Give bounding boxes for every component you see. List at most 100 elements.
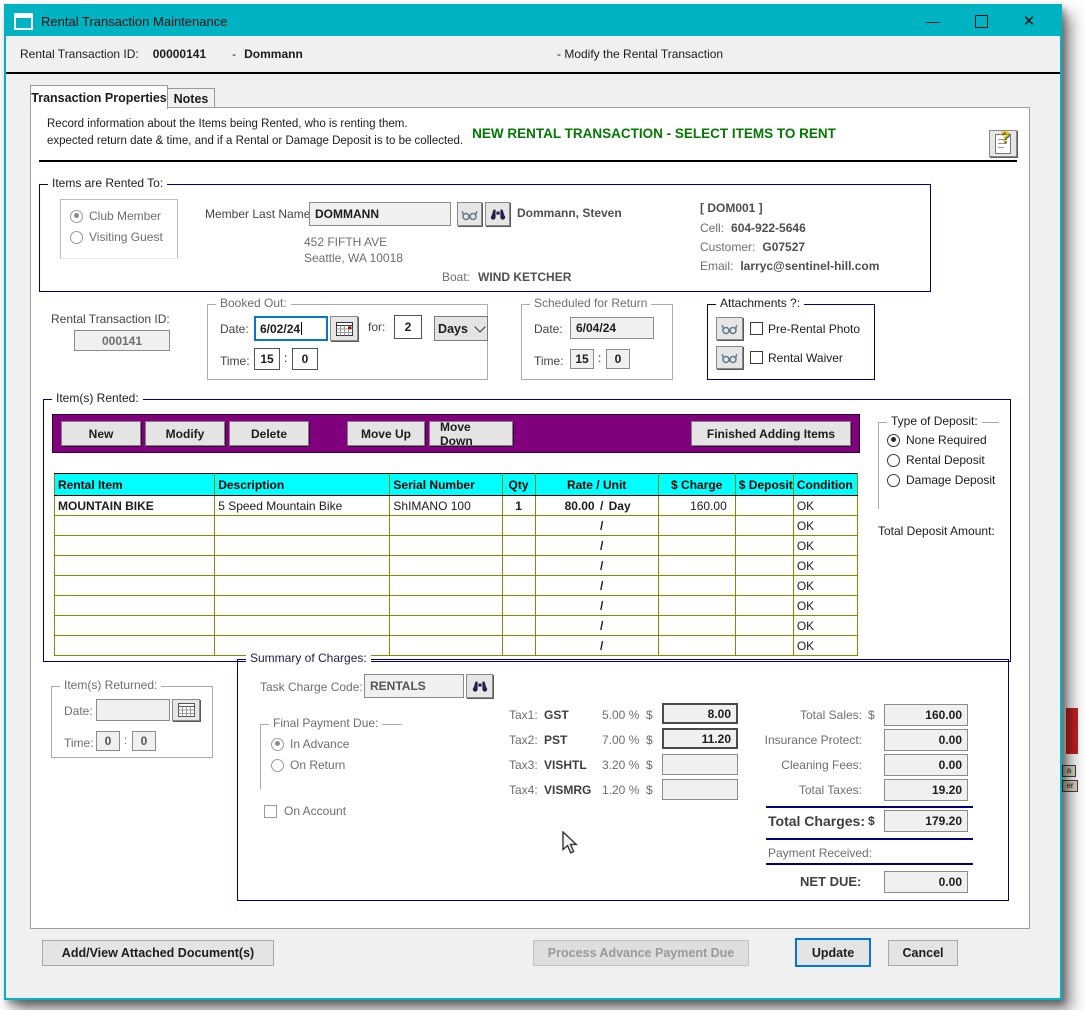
cell-deposit[interactable] — [735, 636, 793, 656]
cancel-button[interactable]: Cancel — [888, 940, 958, 966]
col-description[interactable]: Description — [215, 474, 390, 496]
cell-qty[interactable]: 1 — [502, 496, 535, 516]
table-row[interactable]: MOUNTAIN BIKE 5 Speed Mountain Bike ShIM… — [55, 496, 858, 516]
cell-serial[interactable] — [390, 516, 502, 536]
move-down-button[interactable]: Move Down — [429, 421, 513, 446]
duration-input[interactable]: 2 — [394, 315, 422, 339]
cell-deposit[interactable] — [735, 516, 793, 536]
cell-condition[interactable]: OK — [793, 516, 857, 536]
cell-serial[interactable] — [390, 556, 502, 576]
cell-deposit[interactable] — [735, 596, 793, 616]
cell-deposit[interactable] — [735, 536, 793, 556]
view-photo-button[interactable] — [716, 317, 743, 340]
tab-transaction-properties[interactable]: Transaction Properties — [30, 85, 168, 109]
cell-deposit[interactable] — [735, 576, 793, 596]
cell-serial[interactable] — [390, 596, 502, 616]
table-row[interactable]: / OK — [55, 576, 858, 596]
cell-description[interactable] — [215, 556, 390, 576]
tax-amount-input[interactable]: 8.00 — [662, 703, 738, 724]
table-row[interactable]: / OK — [55, 516, 858, 536]
cell-charge[interactable] — [658, 596, 735, 616]
tab-notes[interactable]: Notes — [167, 88, 215, 109]
delete-button[interactable]: Delete — [229, 421, 309, 446]
cell-condition[interactable]: OK — [793, 496, 857, 516]
cell-description[interactable] — [215, 536, 390, 556]
cell-charge[interactable] — [658, 536, 735, 556]
cell-rental-item[interactable] — [55, 596, 215, 616]
cell-description[interactable] — [215, 616, 390, 636]
cell-charge[interactable]: 160.00 — [658, 496, 735, 516]
booked-date-calendar-button[interactable] — [330, 316, 358, 341]
radio-club-member[interactable]: Club Member — [70, 209, 177, 223]
minimize-button[interactable]: — — [922, 10, 944, 32]
col-serial-number[interactable]: Serial Number — [390, 474, 502, 496]
cell-charge[interactable] — [658, 636, 735, 656]
cell-condition[interactable]: OK — [793, 596, 857, 616]
cell-serial[interactable] — [390, 636, 502, 656]
cell-rental-item[interactable] — [55, 556, 215, 576]
cell-charge[interactable] — [658, 616, 735, 636]
cell-description[interactable] — [215, 516, 390, 536]
cell-deposit[interactable] — [735, 556, 793, 576]
radio-in-advance[interactable]: In Advance — [271, 737, 401, 751]
tax-amount-input[interactable] — [662, 779, 738, 800]
cell-description[interactable] — [215, 596, 390, 616]
table-row[interactable]: / OK — [55, 616, 858, 636]
col-condition[interactable]: Condition — [793, 474, 857, 496]
rental-waiver-checkbox[interactable] — [750, 351, 763, 364]
cell-rental-item[interactable] — [55, 576, 215, 596]
cell-qty[interactable] — [502, 536, 535, 556]
radio-none-required[interactable]: None Required — [887, 433, 999, 447]
col-rental-item[interactable]: Rental Item — [55, 474, 215, 496]
col-deposit[interactable]: $ Deposit — [735, 474, 793, 496]
search-binoculars-button[interactable] — [485, 202, 510, 226]
on-account-checkbox[interactable] — [264, 805, 277, 818]
cell-rental-item[interactable] — [55, 516, 215, 536]
cell-serial[interactable]: ShIMANO 100 — [390, 496, 502, 516]
returned-hour-input[interactable]: 0 — [96, 731, 120, 751]
table-row[interactable]: / OK — [55, 636, 858, 656]
modify-button[interactable]: Modify — [145, 421, 225, 446]
cell-qty[interactable] — [502, 516, 535, 536]
process-advance-payment-button[interactable]: Process Advance Payment Due — [533, 940, 749, 966]
booked-minute-input[interactable]: 0 — [292, 348, 318, 370]
cell-description[interactable] — [215, 576, 390, 596]
cell-serial[interactable] — [390, 616, 502, 636]
radio-rental-deposit[interactable]: Rental Deposit — [887, 453, 999, 467]
close-button[interactable]: ✕ — [1018, 10, 1040, 32]
cell-qty[interactable] — [502, 636, 535, 656]
cell-rental-item[interactable] — [55, 636, 215, 656]
returned-date-input[interactable] — [96, 699, 170, 721]
cell-deposit[interactable] — [735, 496, 793, 516]
cell-qty[interactable] — [502, 616, 535, 636]
radio-visiting-guest[interactable]: Visiting Guest — [70, 230, 177, 244]
returned-date-calendar-button[interactable] — [172, 699, 200, 721]
table-row[interactable]: / OK — [55, 596, 858, 616]
cell-condition[interactable]: OK — [793, 556, 857, 576]
add-view-documents-button[interactable]: Add/View Attached Document(s) — [42, 940, 274, 966]
lookup-glasses-button[interactable] — [457, 202, 482, 226]
booked-date-input[interactable]: 6/02/24 — [254, 316, 328, 341]
cell-condition[interactable]: OK — [793, 576, 857, 596]
cell-qty[interactable] — [502, 596, 535, 616]
title-bar[interactable]: Rental Transaction Maintenance — ✕ — [6, 6, 1060, 36]
radio-on-return[interactable]: On Return — [271, 758, 401, 772]
finished-adding-items-button[interactable]: Finished Adding Items — [691, 421, 851, 446]
view-waiver-button[interactable] — [716, 346, 743, 369]
on-account-checkbox-row[interactable]: On Account — [264, 804, 346, 818]
returned-minute-input[interactable]: 0 — [132, 731, 156, 751]
cell-serial[interactable] — [390, 576, 502, 596]
cell-deposit[interactable] — [735, 616, 793, 636]
cell-rental-item[interactable] — [55, 616, 215, 636]
task-charge-search-button[interactable] — [466, 674, 493, 698]
cell-qty[interactable] — [502, 556, 535, 576]
radio-damage-deposit[interactable]: Damage Deposit — [887, 473, 999, 487]
cell-rental-item[interactable] — [55, 536, 215, 556]
col-rate-unit[interactable]: Rate / Unit — [535, 474, 658, 496]
cell-rental-item[interactable]: MOUNTAIN BIKE — [55, 496, 215, 516]
booked-hour-input[interactable]: 15 — [254, 348, 280, 370]
cell-charge[interactable] — [658, 576, 735, 596]
move-up-button[interactable]: Move Up — [347, 421, 425, 446]
col-charge[interactable]: $ Charge — [658, 474, 735, 496]
cell-serial[interactable] — [390, 536, 502, 556]
